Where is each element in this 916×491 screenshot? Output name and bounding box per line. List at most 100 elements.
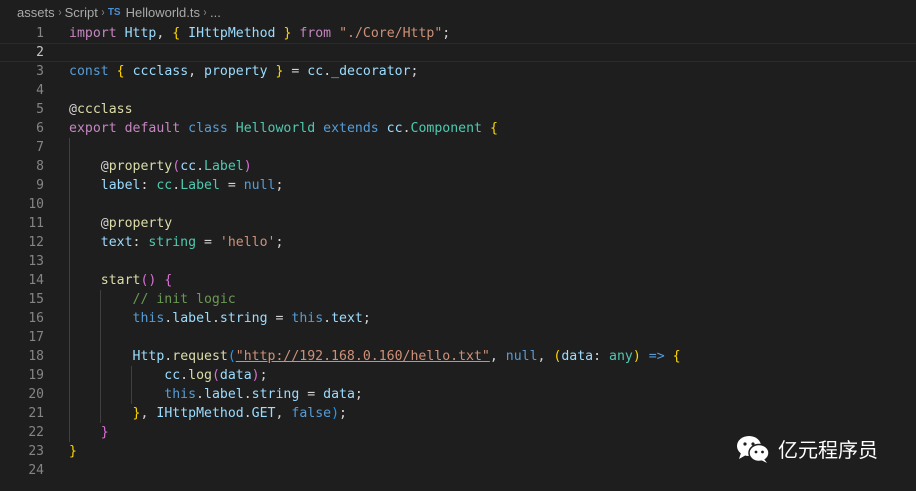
line-number: 16 bbox=[28, 311, 44, 326]
code-token: , bbox=[275, 406, 292, 421]
code-line[interactable]: 16 this.label.string = this.text; bbox=[0, 309, 916, 328]
code-line[interactable]: 8 @property(cc.Label) bbox=[0, 157, 916, 176]
code-text: @property(cc.Label) bbox=[69, 157, 252, 176]
code-token: ; bbox=[410, 64, 419, 79]
code-line[interactable]: 10 bbox=[0, 195, 916, 214]
code-token: property bbox=[108, 159, 173, 174]
code-token: // init logic bbox=[132, 292, 236, 307]
code-token: Helloworld bbox=[235, 121, 316, 136]
breadcrumb-assets[interactable]: assets bbox=[17, 5, 55, 20]
line-number: 21 bbox=[28, 406, 44, 421]
code-token: extends bbox=[323, 121, 379, 136]
code-token: ccclass bbox=[76, 102, 133, 117]
code-line[interactable]: 4 bbox=[0, 81, 916, 100]
code-token: ; bbox=[362, 311, 371, 326]
code-token: . bbox=[323, 311, 332, 326]
code-token: from bbox=[299, 26, 332, 41]
code-line[interactable]: 24 bbox=[0, 461, 916, 480]
code-line[interactable]: 6 export default class Helloworld extends… bbox=[0, 119, 916, 138]
typescript-file-icon: TS bbox=[107, 6, 121, 18]
code-token: _decorator bbox=[331, 64, 411, 79]
code-line[interactable]: 21 }, IHttpMethod.GET, false); bbox=[0, 404, 916, 423]
code-token: @ bbox=[69, 159, 109, 174]
code-token: ) bbox=[632, 349, 641, 364]
code-token: string bbox=[148, 235, 197, 250]
line-number: 4 bbox=[36, 83, 44, 98]
code-token: "http://192.168.0.160/hello.txt" bbox=[235, 349, 490, 364]
code-token: . bbox=[211, 311, 220, 326]
code-token: any bbox=[609, 349, 633, 364]
code-token: import bbox=[69, 26, 117, 41]
breadcrumb: assets › Script › TS Helloworld.ts › ... bbox=[0, 0, 916, 24]
code-token: . bbox=[402, 121, 411, 136]
code-token: text bbox=[331, 311, 363, 326]
code-token: default bbox=[124, 121, 181, 136]
code-token: IHttpMethod bbox=[156, 406, 244, 421]
code-token: : bbox=[140, 178, 157, 193]
code-line[interactable]: 18 Http.request("http://192.168.0.160/he… bbox=[0, 347, 916, 366]
code-area[interactable]: 1 import Http, { IHttpMethod } from "./Co… bbox=[0, 24, 916, 480]
line-number: 10 bbox=[28, 197, 44, 212]
breadcrumb-script[interactable]: Script bbox=[65, 5, 98, 20]
indent-guide bbox=[100, 328, 101, 347]
code-token: Label bbox=[180, 178, 220, 193]
code-token: string bbox=[251, 387, 300, 402]
code-editor[interactable]: assets › Script › TS Helloworld.ts › ...… bbox=[0, 0, 916, 491]
breadcrumb-symbols[interactable]: ... bbox=[210, 5, 221, 20]
code-line[interactable]: 3 const { ccclass, property } = cc._decor… bbox=[0, 62, 916, 81]
code-text: @ccclass bbox=[69, 100, 133, 119]
line-number: 14 bbox=[28, 273, 44, 288]
indent-guide bbox=[69, 195, 70, 214]
code-text: }, IHttpMethod.GET, false); bbox=[69, 404, 347, 423]
code-token: 'hello' bbox=[219, 235, 276, 250]
breadcrumb-file[interactable]: Helloworld.ts bbox=[126, 5, 200, 20]
code-token: ) bbox=[251, 368, 260, 383]
code-line[interactable]: 15 // init logic bbox=[0, 290, 916, 309]
code-token: ; bbox=[275, 235, 284, 250]
code-text: // init logic bbox=[69, 290, 236, 309]
code-line[interactable]: 12 text: string = 'hello'; bbox=[0, 233, 916, 252]
code-token: { bbox=[116, 64, 125, 79]
code-token: data bbox=[323, 387, 355, 402]
breadcrumb-separator-icon: › bbox=[57, 5, 62, 19]
line-number: 1 bbox=[36, 26, 44, 41]
code-line[interactable]: 20 this.label.string = data; bbox=[0, 385, 916, 404]
code-token: ) bbox=[243, 159, 252, 174]
code-token: cc bbox=[307, 64, 324, 79]
code-token: } bbox=[69, 444, 77, 459]
line-number: 19 bbox=[28, 368, 44, 383]
code-token: , bbox=[537, 349, 554, 364]
code-line[interactable]: 5 @ccclass bbox=[0, 100, 916, 119]
code-line[interactable]: 19 cc.log(data); bbox=[0, 366, 916, 385]
code-line[interactable]: 7 bbox=[0, 138, 916, 157]
code-line[interactable]: 14 start() { bbox=[0, 271, 916, 290]
line-number: 15 bbox=[28, 292, 44, 307]
code-line[interactable]: 17 bbox=[0, 328, 916, 347]
code-text: import Http, { IHttpMethod } from "./Cor… bbox=[69, 24, 450, 43]
code-token: ( bbox=[227, 349, 236, 364]
code-text: cc.log(data); bbox=[69, 366, 267, 385]
line-number: 6 bbox=[36, 121, 44, 136]
code-token: { bbox=[164, 273, 173, 288]
breadcrumb-separator-icon: › bbox=[101, 5, 105, 19]
code-line[interactable]: 9 label: cc.Label = null; bbox=[0, 176, 916, 195]
code-token: { bbox=[172, 26, 181, 41]
code-line[interactable]: 13 bbox=[0, 252, 916, 271]
indent-guide bbox=[69, 138, 70, 157]
code-line[interactable]: 1 import Http, { IHttpMethod } from "./Co… bbox=[0, 24, 916, 43]
code-token: () bbox=[140, 273, 157, 288]
code-token: , bbox=[489, 349, 506, 364]
code-token: . bbox=[323, 64, 332, 79]
code-token: ; bbox=[275, 178, 284, 193]
code-line[interactable]: 11 @property bbox=[0, 214, 916, 233]
code-line[interactable]: 2 bbox=[0, 43, 916, 62]
